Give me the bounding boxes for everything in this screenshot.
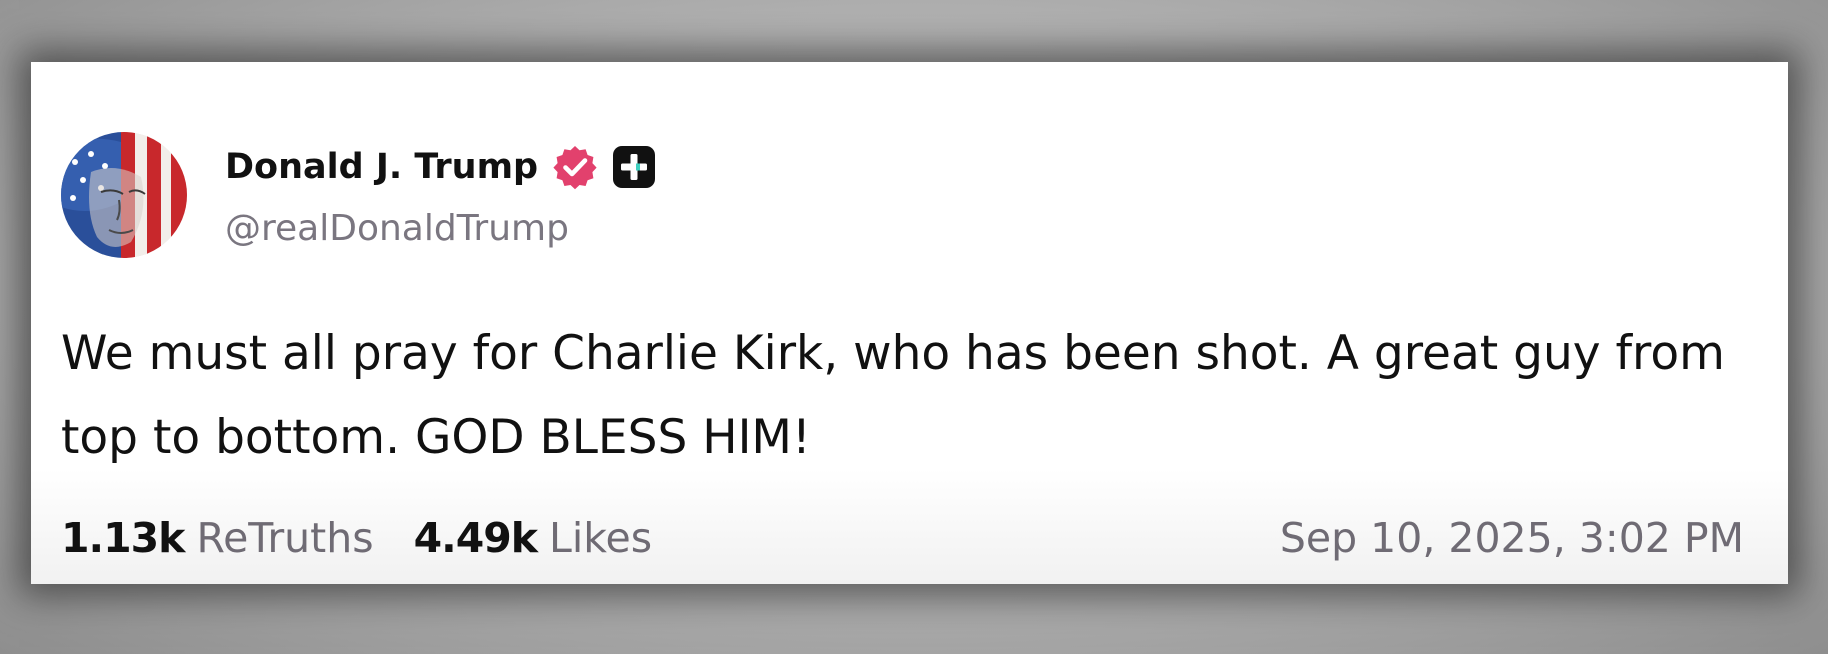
verified-badge-icon <box>552 144 598 190</box>
post-timestamp[interactable]: Sep 10, 2025, 3:02 PM <box>1280 508 1744 568</box>
post-text: We must all pray for Charlie Kirk, who h… <box>61 326 1725 465</box>
avatar[interactable] <box>61 132 187 258</box>
likes-label[interactable]: Likes <box>549 514 652 562</box>
retruths-label[interactable]: ReTruths <box>196 514 373 562</box>
likes-count[interactable]: 4.49k <box>414 514 538 562</box>
author-handle[interactable]: @realDonaldTrump <box>225 208 569 249</box>
author-name-row: Donald J. Trump <box>225 142 656 192</box>
retruths-count[interactable]: 1.13k <box>61 514 185 562</box>
avatar-image <box>61 132 187 258</box>
author-display-name[interactable]: Donald J. Trump <box>225 147 538 187</box>
post-card: Donald J. Trump @realDonaldTrump We must… <box>31 62 1788 584</box>
post-stats: 1.13k ReTruths 4.49k Likes <box>61 508 652 568</box>
plus-badge-icon <box>612 145 656 189</box>
